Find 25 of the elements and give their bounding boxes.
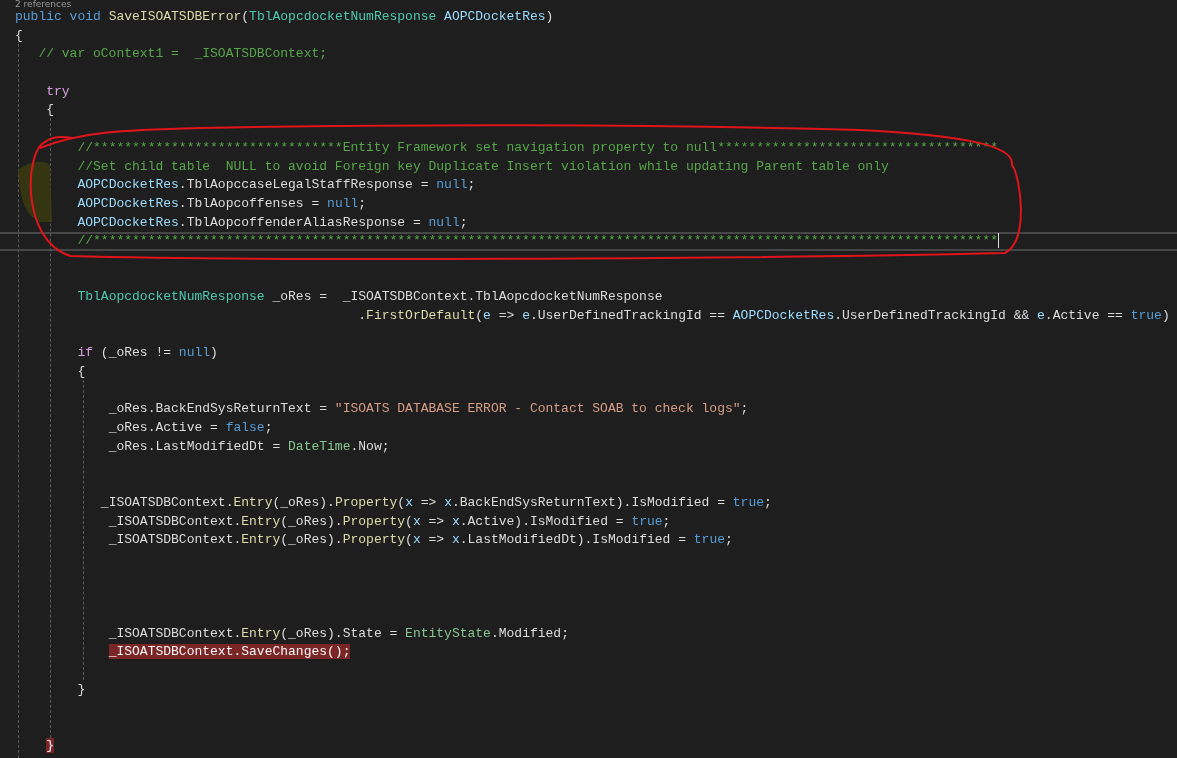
code-line: .FirstOrDefault(e => e.UserDefinedTrackingId == AOPCDocketRes.UserDefinedTrackingId && e.Active == true) — [358, 308, 1170, 323]
references-link[interactable]: 2 references — [0, 0, 72, 8]
code-line: AOPCDocketRes.TblAopccaseLegalStaffResponse = null; — [77, 177, 476, 193]
code-line: public void SaveISOATSDBError(TblAopcdocketNumResponse AOPCDocketRes) — [15, 9, 554, 24]
code-line: _ISOATSDBContext.Entry(_oRes).Property(x => x.LastModifiedDt).IsModified = true; — [108, 532, 733, 548]
code-line: { — [15, 27, 23, 43]
code-line: _ISOATSDBContext.Entry(_oRes).State = EntityState.Modified; — [108, 625, 569, 641]
code-line: { — [46, 102, 55, 118]
code-line: _oRes.Active = false; — [108, 420, 273, 436]
code-line: // var oContext1 = _ISOATSDBContext; — [38, 46, 328, 62]
code-line: //Set child table NULL to avoid Foreign key Duplicate Insert violation while updating Parent table only — [77, 158, 889, 174]
code-line: AOPCDocketRes.TblAopcoffenses = null; — [77, 195, 367, 211]
code-line: //********************************Entity Framework set navigation property to null************************************ — [77, 139, 998, 155]
code-line: _oRes.LastModifiedDt = DateTime.Now; — [108, 438, 390, 454]
code-line: AOPCDocketRes.TblAopcoffenderAliasResponse = null; — [77, 214, 468, 230]
code-line: TblAopcdocketNumResponse _oRes = _ISOATSDBContext.TblAopcdocketNumResponse — [77, 289, 663, 305]
code-line: //******************************************************************************************************************** — [77, 233, 999, 249]
code-editor[interactable] — [0, 0, 1177, 758]
code-line: if (_oRes != null) — [77, 345, 218, 361]
code-line: _ISOATSDBContext.Entry(_oRes).Property(x => x.BackEndSysReturnText).IsModified = true; — [100, 494, 772, 510]
code-line: _oRes.BackEndSysReturnText = "ISOATS DATABASE ERROR - Contact SOAB to check logs"; — [108, 401, 749, 417]
code-line: try — [46, 83, 70, 99]
code-line: } — [77, 681, 86, 697]
code-line: _ISOATSDBContext.Entry(_oRes).Property(x => x.Active).IsModified = true; — [108, 513, 671, 529]
code-line: { — [77, 364, 86, 380]
